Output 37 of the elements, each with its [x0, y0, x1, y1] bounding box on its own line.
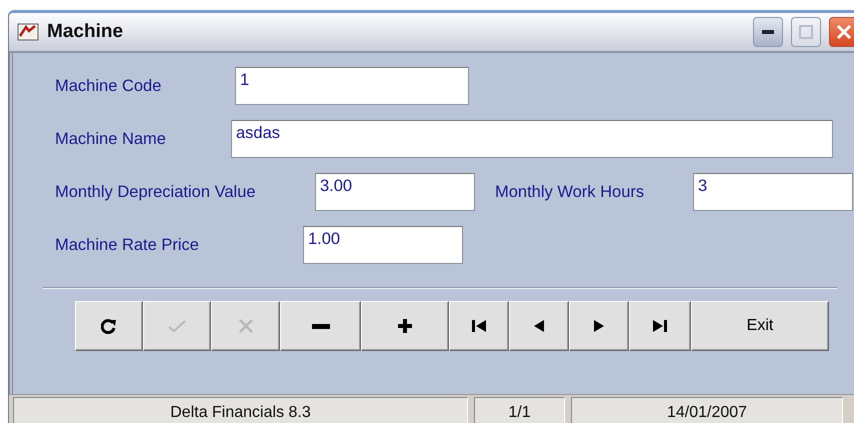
close-icon — [836, 24, 852, 40]
previous-icon — [534, 320, 544, 332]
input-field[interactable]: 1.00 — [303, 226, 463, 264]
exit-button[interactable]: Exit — [691, 301, 829, 351]
first-button[interactable] — [449, 301, 509, 351]
next-button[interactable] — [569, 301, 629, 351]
window-title: Machine — [47, 21, 124, 43]
plus-icon — [398, 319, 412, 333]
field-label: Machine Code — [55, 76, 162, 96]
input-field[interactable]: 3 — [693, 173, 853, 211]
last-record-icon — [653, 320, 667, 332]
next-icon — [594, 320, 604, 332]
prev-button[interactable] — [509, 301, 569, 351]
check-icon — [168, 320, 186, 332]
refresh-button[interactable] — [75, 301, 143, 351]
field-label: Machine Name — [55, 130, 167, 148]
input-field[interactable]: 3.00 — [315, 173, 475, 211]
status-panel: 1/1 — [474, 397, 565, 423]
app-logo-icon — [17, 22, 39, 42]
delete-button[interactable] — [280, 301, 361, 351]
minimize-icon — [762, 30, 774, 34]
input-field[interactable]: 1 — [235, 67, 469, 105]
close-button[interactable] — [829, 17, 854, 47]
cross-icon — [238, 319, 252, 333]
field-label: Monthly Depreciation Value — [55, 182, 257, 202]
status-panel: 14/01/2007 — [571, 397, 843, 423]
field-label: Monthly Work Hours — [495, 182, 646, 202]
field-label: Machine Rate Price — [55, 236, 200, 254]
input-field[interactable]: asdas — [231, 120, 833, 158]
status-panel: Delta Financials 8.3 — [13, 397, 468, 423]
add-button[interactable] — [361, 301, 449, 351]
minimize-button[interactable] — [753, 17, 783, 47]
refresh-icon — [101, 318, 117, 334]
minus-icon — [312, 324, 330, 328]
first-record-icon — [472, 320, 486, 332]
maximize-icon — [799, 25, 813, 39]
last-button[interactable] — [629, 301, 691, 351]
